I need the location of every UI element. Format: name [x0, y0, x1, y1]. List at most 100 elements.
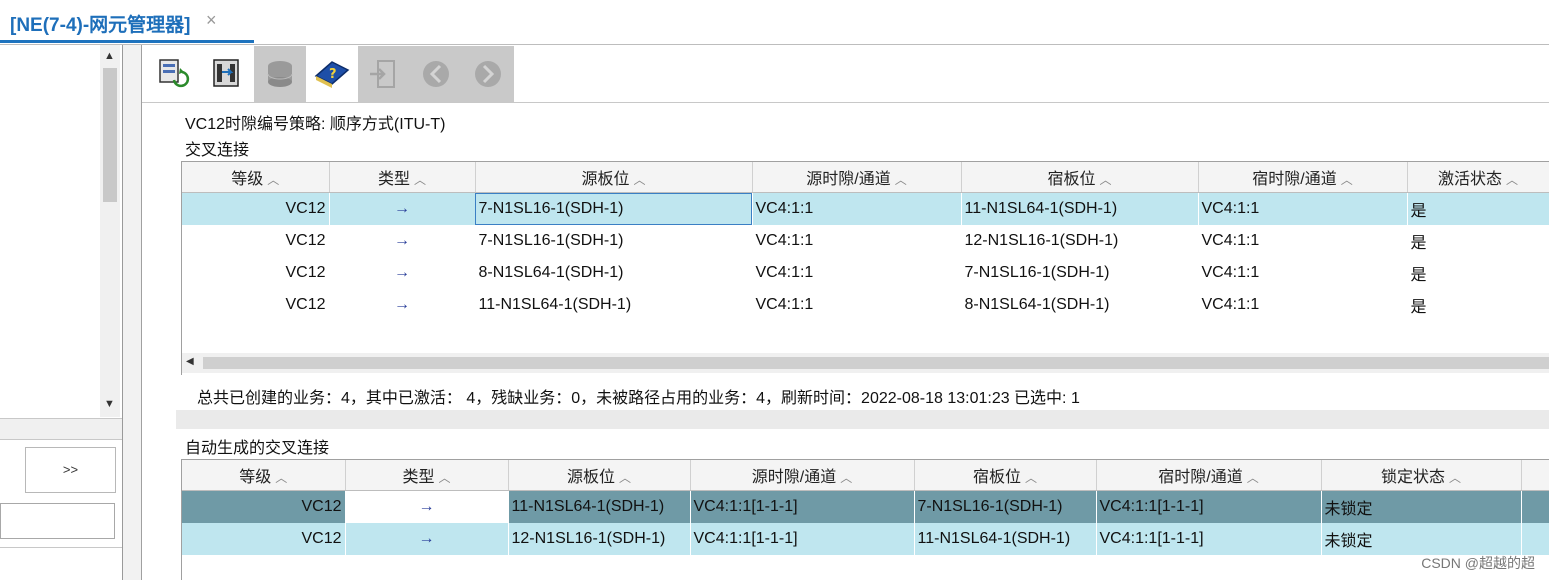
col-header-src-board[interactable]: 源板位 ︿: [508, 460, 691, 491]
cell-src-board: 8-N1SL64-1(SDH-1): [475, 257, 753, 289]
cross-section-title: 交叉连接: [185, 142, 250, 159]
cell-dst-board: 7-N1SL16-1(SDH-1): [914, 490, 1097, 523]
database-button[interactable]: [254, 46, 306, 102]
forward-button[interactable]: [462, 46, 514, 102]
cell-lock: 未锁定: [1321, 490, 1522, 523]
cell-dst-board: 11-N1SL64-1(SDH-1): [914, 523, 1097, 555]
col-header-type[interactable]: 类型 ︿: [329, 162, 476, 193]
back-button[interactable]: [410, 46, 462, 102]
cell-active: 是: [1407, 289, 1549, 321]
sort-icon: ︿: [894, 173, 907, 187]
cell-level: VC12: [182, 289, 330, 321]
arrow-icon: →: [329, 225, 476, 257]
col-header-src-board[interactable]: 源板位 ︿: [475, 162, 753, 193]
cell-level: VC12: [182, 225, 330, 257]
cell-level: VC12: [182, 523, 346, 555]
cell-src-slot: VC4:1:1: [752, 289, 962, 321]
arrow-icon: →: [329, 289, 476, 321]
watermark: CSDN @超越的超: [1421, 555, 1535, 571]
summary-status: 总共已创建的业务：4，其中已激活： 4，残缺业务：0，未被路径占用的业务：4，刷…: [197, 390, 1080, 407]
table-row[interactable]: VC12 → 12-N1SL16-1(SDH-1) VC4:1:1[1-1-1]…: [182, 523, 1549, 555]
svg-text:?: ?: [329, 67, 337, 82]
cell-src-board: 7-N1SL16-1(SDH-1): [475, 225, 753, 257]
col-header-src-slot[interactable]: 源时隙/通道 ︿: [752, 162, 962, 193]
scroll-down-icon[interactable]: ▼: [104, 398, 115, 410]
col-header-lock[interactable]: 锁定状态 ︿: [1321, 460, 1522, 491]
cell-src-slot: VC4:1:1: [752, 257, 962, 289]
sort-icon: ︿: [414, 173, 427, 187]
cell-active: 是: [1407, 257, 1549, 289]
close-icon[interactable]: ×: [206, 10, 217, 31]
section-splitter[interactable]: [176, 410, 1549, 429]
col-header-level[interactable]: 等级 ︿: [182, 162, 330, 193]
tab-title: [NE(7-4)-网元管理器]: [10, 15, 191, 36]
cell-dst-board: 12-N1SL16-1(SDH-1): [961, 225, 1199, 257]
cell-dst-board: 11-N1SL64-1(SDH-1): [961, 192, 1199, 225]
cell-dst-slot: VC4:1:1: [1198, 192, 1408, 225]
cell-level: VC12: [182, 257, 330, 289]
cell-dst-board: 8-N1SL64-1(SDH-1): [961, 289, 1199, 321]
left-splitter[interactable]: [0, 418, 122, 440]
cell-level: VC12: [182, 490, 346, 523]
cell-dst-slot: VC4:1:1[1-1-1]: [1096, 523, 1322, 555]
database-icon: [267, 61, 293, 87]
col-header-src-slot[interactable]: 源时隙/通道 ︿: [690, 460, 915, 491]
cell-src-board: 11-N1SL64-1(SDH-1): [508, 490, 691, 523]
cell-extra: [1521, 523, 1549, 555]
col-header-dst-board[interactable]: 宿板位 ︿: [914, 460, 1097, 491]
cell-dst-slot: VC4:1:1: [1198, 257, 1408, 289]
back-icon: [423, 61, 449, 87]
strategy-label: VC12时隙编号策略: 顺序方式(ITU-T): [185, 116, 446, 133]
table-row[interactable]: VC12 → 11-N1SL64-1(SDH-1) VC4:1:1 8-N1SL…: [182, 289, 1549, 321]
cell-level: VC12: [182, 192, 330, 225]
cell-dst-slot: VC4:1:1: [1198, 225, 1408, 257]
exit-button[interactable]: [358, 46, 410, 102]
horizontal-scroll-thumb[interactable]: [203, 357, 1549, 369]
cell-dst-board: 7-N1SL16-1(SDH-1): [961, 257, 1199, 289]
arrow-icon: →: [329, 192, 476, 225]
sort-icon: ︿: [840, 471, 853, 485]
cross-connection-table: 等级 ︿ 类型 ︿ 源板位 ︿ 源时隙/通道 ︿ 宿板位 ︿ 宿时隙/通道 ︿ 激活状态 ︿ …: [182, 162, 1549, 321]
auto-connection-table: 等级 ︿ 类型 ︿ 源板位 ︿ 源时隙/通道 ︿ 宿板位 ︿ 宿时隙/通道 ︿ 锁定状态 ︿ …: [182, 460, 1549, 555]
sort-icon: ︿: [1449, 471, 1462, 485]
arrow-icon: →: [329, 257, 476, 289]
sort-icon: ︿: [1246, 471, 1259, 485]
arrow-icon: →: [345, 490, 509, 523]
cell-dst-slot: VC4:1:1[1-1-1]: [1096, 490, 1322, 523]
table-row[interactable]: VC12 → 8-N1SL64-1(SDH-1) VC4:1:1 7-N1SL1…: [182, 257, 1549, 289]
col-header-dst-board[interactable]: 宿板位 ︿: [961, 162, 1199, 193]
cell-active: 是: [1407, 192, 1549, 225]
col-header-type[interactable]: 类型 ︿: [345, 460, 509, 491]
left-input-field[interactable]: [0, 503, 115, 539]
cell-extra: [1521, 490, 1549, 523]
col-header-dst-slot[interactable]: 宿时隙/通道 ︿: [1096, 460, 1322, 491]
cell-src-slot: VC4:1:1: [752, 225, 962, 257]
refresh-ne-icon: [159, 59, 190, 88]
sort-icon: ︿: [633, 173, 646, 187]
go-button[interactable]: >>: [25, 447, 116, 493]
col-header-active[interactable]: 激活状态 ︿: [1407, 162, 1549, 193]
pane-splitter[interactable]: [123, 45, 142, 580]
help-button[interactable]: ?: [306, 46, 358, 102]
col-header-level[interactable]: 等级 ︿: [182, 460, 346, 491]
left-lower-panel: [0, 547, 122, 581]
auto-section-title: 自动生成的交叉连接: [185, 440, 330, 457]
cell-src-slot: VC4:1:1[1-1-1]: [690, 523, 915, 555]
table-row[interactable]: VC12 → 7-N1SL16-1(SDH-1) VC4:1:1 11-N1SL…: [182, 192, 1549, 225]
sort-icon: ︿: [1340, 173, 1353, 187]
table-row[interactable]: VC12 → 11-N1SL64-1(SDH-1) VC4:1:1[1-1-1]…: [182, 490, 1549, 523]
swap-board-button[interactable]: [202, 46, 254, 102]
sort-icon: ︿: [275, 471, 288, 485]
col-header-extra[interactable]: [1521, 460, 1549, 491]
cell-src-board: 11-N1SL64-1(SDH-1): [475, 289, 753, 321]
refresh-ne-button[interactable]: [150, 46, 202, 102]
cell-src-slot: VC4:1:1[1-1-1]: [690, 490, 915, 523]
scroll-thumb[interactable]: [103, 68, 117, 202]
scroll-up-icon[interactable]: ▲: [104, 50, 115, 62]
scroll-left-icon[interactable]: ◀: [186, 356, 194, 367]
tab-ne-manager[interactable]: [NE(7-4)-网元管理器] ×: [0, 0, 254, 43]
exit-icon: [370, 60, 395, 88]
table-row[interactable]: VC12 → 7-N1SL16-1(SDH-1) VC4:1:1 12-N1SL…: [182, 225, 1549, 257]
cell-src-board: 7-N1SL16-1(SDH-1): [475, 192, 753, 225]
col-header-dst-slot[interactable]: 宿时隙/通道 ︿: [1198, 162, 1408, 193]
